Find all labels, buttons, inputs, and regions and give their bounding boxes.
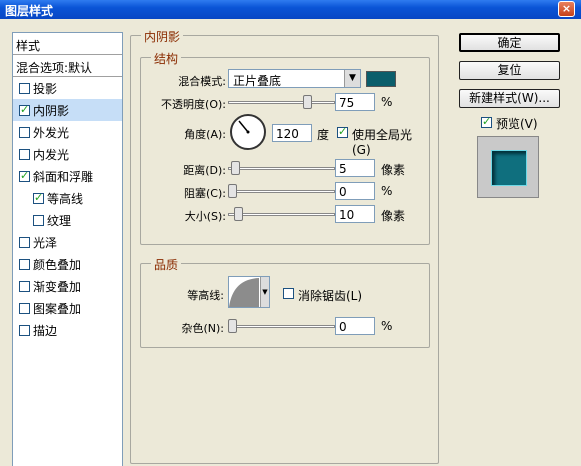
style-item-label: 外发光 (33, 125, 70, 140)
style-item-checkbox[interactable] (19, 148, 30, 160)
noise-slider[interactable] (228, 318, 335, 334)
angle-needle-icon (238, 120, 250, 134)
angle-input[interactable]: 120 (272, 124, 312, 142)
style-item-checkbox[interactable] (19, 302, 30, 314)
distance-slider-thumb[interactable] (231, 161, 240, 175)
style-list-item[interactable]: 投影 (13, 77, 122, 99)
style-list-item[interactable]: 渐变叠加 (13, 275, 122, 297)
style-item-label: 斜面和浮雕 (33, 169, 94, 184)
style-item-label: 图案叠加 (33, 301, 82, 316)
style-preview (477, 136, 539, 198)
choke-slider[interactable] (228, 183, 335, 199)
contour-curve-icon (229, 278, 259, 307)
size-label: 大小(S): (184, 210, 226, 223)
anti-alias-checkbox[interactable] (283, 288, 294, 299)
choke-input[interactable]: 0 (335, 182, 375, 200)
shadow-color-swatch[interactable] (366, 71, 396, 87)
size-slider[interactable] (228, 206, 335, 222)
style-item-checkbox[interactable] (19, 169, 30, 182)
global-light-checkbox[interactable] (337, 125, 348, 138)
style-list-item[interactable]: 图案叠加 (13, 297, 122, 319)
style-item-label: 光泽 (33, 235, 58, 250)
opacity-input[interactable]: 75 (335, 93, 375, 111)
global-light-label[interactable]: 使用全局光(G) (352, 126, 429, 157)
opacity-slider-thumb[interactable] (303, 95, 312, 109)
style-item-label: 投影 (33, 81, 58, 96)
style-list-item[interactable]: 光泽 (13, 231, 122, 253)
distance-slider[interactable] (228, 160, 335, 176)
style-item-label: 等高线 (47, 191, 84, 206)
new-style-button[interactable]: 新建样式(W)... (459, 89, 560, 108)
preview-checkbox[interactable] (481, 115, 492, 128)
style-list-item[interactable]: 斜面和浮雕 (13, 165, 122, 187)
style-item-label: 渐变叠加 (33, 279, 82, 294)
size-slider-thumb[interactable] (234, 207, 243, 221)
style-item-checkbox[interactable] (19, 82, 30, 94)
noise-label: 杂色(N): (181, 322, 224, 335)
layer-style-dialog: 样式 混合选项:默认 投影内阴影外发光内发光斜面和浮雕等高线纹理光泽颜色叠加渐变… (0, 19, 581, 466)
style-item-checkbox[interactable] (19, 324, 30, 336)
preview-label[interactable]: 预览(V) (496, 115, 538, 132)
style-item-label: 颜色叠加 (33, 257, 82, 272)
window-title: 图层样式 (5, 4, 54, 18)
preview-thumbnail (492, 151, 526, 185)
choke-unit: % (381, 184, 393, 198)
style-item-label: 内阴影 (33, 103, 70, 118)
blend-mode-select[interactable]: 正片叠底 ▼ (228, 69, 361, 88)
angle-unit: 度 (317, 128, 330, 142)
blend-mode-label: 混合模式: (178, 75, 226, 88)
style-list-header[interactable]: 样式 (13, 33, 122, 55)
style-item-checkbox[interactable] (19, 126, 30, 138)
style-list-item[interactable]: 外发光 (13, 121, 122, 143)
style-item-label: 描边 (33, 323, 58, 338)
inner-shadow-panel: 内阴影 结构 混合模式: 正片叠底 ▼ 不透明度(O): 75 % 角度(A): (130, 28, 439, 464)
style-list-item[interactable]: 描边 (13, 319, 122, 341)
quality-legend: 品质 (151, 256, 182, 273)
choke-slider-thumb[interactable] (228, 184, 237, 198)
chevron-down-icon: ▼ (260, 277, 269, 307)
opacity-unit: % (381, 95, 393, 109)
quality-group: 品质 等高线: ▼ 消除锯齿(L) 杂色(N): 0 % (140, 256, 430, 348)
style-item-checkbox[interactable] (19, 103, 30, 116)
style-list-item[interactable]: 内发光 (13, 143, 122, 165)
structure-group: 结构 混合模式: 正片叠底 ▼ 不透明度(O): 75 % 角度(A): 120… (140, 50, 430, 245)
style-list-item[interactable]: 颜色叠加 (13, 253, 122, 275)
noise-input[interactable]: 0 (335, 317, 375, 335)
close-button[interactable]: × (558, 1, 575, 17)
contour-label: 等高线: (187, 289, 224, 302)
distance-label: 距离(D): (183, 164, 226, 177)
style-item-label: 内发光 (33, 147, 70, 162)
structure-legend: 结构 (151, 50, 182, 67)
distance-input[interactable]: 5 (335, 159, 375, 177)
style-item-checkbox[interactable] (19, 258, 30, 270)
style-item-checkbox[interactable] (19, 236, 30, 248)
opacity-slider[interactable] (228, 94, 335, 110)
distance-unit: 像素 (381, 163, 406, 177)
blend-mode-value: 正片叠底 (233, 74, 282, 88)
style-item-label: 纹理 (47, 213, 72, 228)
blend-options-item[interactable]: 混合选项:默认 (13, 55, 122, 77)
size-unit: 像素 (381, 209, 406, 223)
style-list-item[interactable]: 纹理 (13, 209, 122, 231)
anti-alias-label[interactable]: 消除锯齿(L) (298, 287, 362, 304)
style-list: 样式 混合选项:默认 投影内阴影外发光内发光斜面和浮雕等高线纹理光泽颜色叠加渐变… (12, 32, 123, 466)
title-bar: 图层样式 × (0, 0, 581, 19)
panel-title: 内阴影 (141, 28, 184, 45)
ok-button[interactable]: 确定 (459, 33, 560, 52)
contour-picker[interactable]: ▼ (228, 276, 270, 308)
size-input[interactable]: 10 (335, 205, 375, 223)
reset-button[interactable]: 复位 (459, 61, 560, 80)
style-item-checkbox[interactable] (33, 191, 44, 204)
choke-label: 阻塞(C): (184, 187, 226, 200)
opacity-label: 不透明度(O): (161, 98, 226, 111)
chevron-down-icon: ▼ (344, 70, 360, 87)
style-list-item[interactable]: 内阴影 (13, 99, 122, 121)
style-list-item[interactable]: 等高线 (13, 187, 122, 209)
noise-unit: % (381, 319, 393, 333)
angle-dial[interactable] (230, 114, 266, 150)
angle-label: 角度(A): (184, 128, 226, 141)
noise-slider-thumb[interactable] (228, 319, 237, 333)
style-item-checkbox[interactable] (33, 214, 44, 226)
style-item-checkbox[interactable] (19, 280, 30, 292)
